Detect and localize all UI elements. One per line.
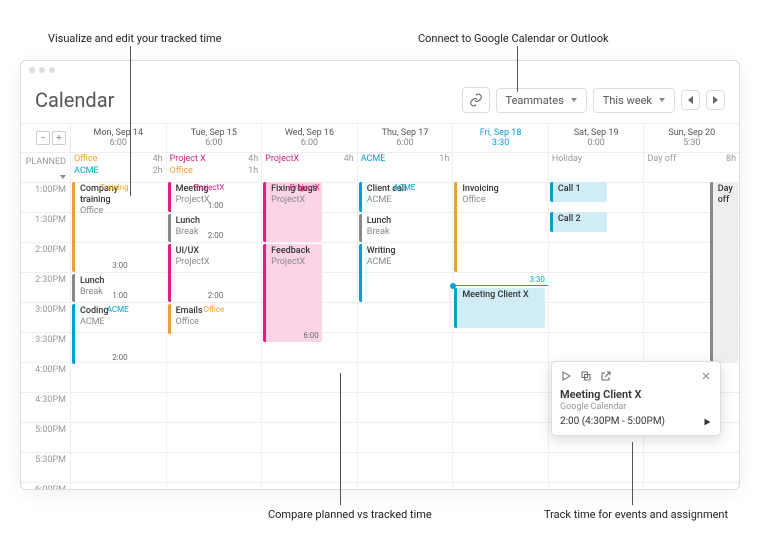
calendar-event[interactable]: FeedbackProjectX6:00 <box>263 244 322 342</box>
day-label: Thu, Sep 17 <box>358 128 453 138</box>
planned-entry[interactable]: Office4h <box>71 153 166 165</box>
prev-week-button[interactable] <box>681 90 700 110</box>
link-icon <box>469 93 483 107</box>
day-label: Wed, Sep 16 <box>262 128 357 138</box>
annotation-line <box>130 46 131 196</box>
header-bar: Calendar Teammates This week <box>21 79 739 123</box>
calendar-event[interactable]: LunchBreak1:00 <box>72 274 131 302</box>
annotation-line <box>340 373 341 505</box>
day-label: Mon, Sep 14 <box>71 128 166 138</box>
planned-entry[interactable]: Office1h <box>167 165 262 177</box>
planned-entry[interactable]: ACME1h <box>358 153 453 165</box>
close-icon[interactable] <box>700 370 712 382</box>
planned-entry[interactable]: Project X4h <box>167 153 262 165</box>
zoom-in-button[interactable]: + <box>52 131 66 145</box>
link-calendar-button[interactable] <box>462 87 490 113</box>
next-week-button[interactable] <box>706 90 725 110</box>
calendar-event[interactable]: InvoicingOffice <box>454 182 513 272</box>
play-small-icon[interactable] <box>702 417 712 427</box>
day-hours: 0:00 <box>549 138 644 148</box>
open-icon[interactable] <box>600 370 612 382</box>
calendar-event[interactable]: Company trainingOffice3:00Training <box>72 182 131 272</box>
popup-title: Meeting Client X <box>560 388 712 401</box>
calendar-event[interactable]: LunchBreak2:00 <box>168 214 227 242</box>
calendar-event[interactable]: EmailsOfficeOffice <box>168 304 227 334</box>
calendar-event[interactable]: WritingACME <box>359 244 418 302</box>
annotation-line <box>517 46 518 92</box>
calendar-event[interactable]: CodingACME2:00ACME <box>72 304 131 364</box>
popup-source: Google Calendar <box>560 402 712 412</box>
event-popup: Meeting Client X Google Calendar 2:00 (4… <box>551 361 721 436</box>
app-window: Calendar Teammates This week − + Mon, Se… <box>20 60 740 490</box>
teammates-dropdown[interactable]: Teammates <box>496 88 587 113</box>
planned-collapse-icon[interactable] <box>58 175 66 179</box>
day-hours: 3:30 <box>453 138 548 148</box>
calendar-event[interactable]: Fixing bugsProjectXProjectX <box>263 182 322 242</box>
calendar-event[interactable]: MeetingProjectX1:00ProjectX <box>168 182 227 212</box>
annotation-track: Track time for events and assignment <box>544 508 728 521</box>
popup-time: 2:00 (4:30PM - 5:00PM) <box>560 416 665 427</box>
day-hours: 6:00 <box>167 138 262 148</box>
chevron-left-icon <box>688 96 693 104</box>
day-label: Sat, Sep 19 <box>549 128 644 138</box>
page-title: Calendar <box>35 88 114 112</box>
planned-entry[interactable]: Day off8h <box>644 153 739 165</box>
calendar-event[interactable]: Client callACMEACME <box>359 182 418 212</box>
day-label: Fri, Sep 18 <box>453 128 548 138</box>
calendar-event[interactable]: Meeting Client X <box>454 288 545 328</box>
planned-row: PLANNED Office4hACME2h Project X4hOffice… <box>21 152 739 182</box>
day-header-row: − + Mon, Sep 146:00 Tue, Sep 156:00 Wed,… <box>21 123 739 152</box>
day-hours: 5:30 <box>644 138 739 148</box>
window-controls <box>21 61 739 79</box>
planned-label: PLANNED <box>26 157 66 167</box>
range-dropdown[interactable]: This week <box>593 88 675 113</box>
calendar-event[interactable]: Day off <box>710 182 738 362</box>
planned-entry[interactable]: ACME2h <box>71 165 166 177</box>
calendar-event[interactable]: Call 2 <box>550 212 607 232</box>
planned-entry[interactable]: Holiday <box>549 153 644 165</box>
annotation-visualize: Visualize and edit your tracked time <box>48 32 221 45</box>
day-label: Tue, Sep 15 <box>167 128 262 138</box>
planned-entry[interactable]: ProjectX4h <box>262 153 357 165</box>
calendar-event[interactable]: Call 1 <box>550 182 607 202</box>
annotation-connect: Connect to Google Calendar or Outlook <box>418 32 609 45</box>
zoom-controls: − + <box>21 124 71 152</box>
copy-icon[interactable] <box>580 370 592 382</box>
zoom-out-button[interactable]: − <box>36 131 50 145</box>
calendar-event[interactable]: UI/UXProjectX2:00 <box>168 244 227 302</box>
now-marker: 3:30 <box>453 285 548 286</box>
day-label: Sun, Sep 20 <box>644 128 739 138</box>
play-icon[interactable] <box>560 370 572 382</box>
day-hours: 6:00 <box>71 138 166 148</box>
day-hours: 6:00 <box>262 138 357 148</box>
day-hours: 6:00 <box>358 138 453 148</box>
now-label: 3:30 <box>529 275 544 284</box>
calendar-event[interactable]: LunchBreak <box>359 214 418 242</box>
annotation-line <box>632 442 633 505</box>
annotation-compare: Compare planned vs tracked time <box>268 508 432 521</box>
chevron-right-icon <box>713 96 718 104</box>
